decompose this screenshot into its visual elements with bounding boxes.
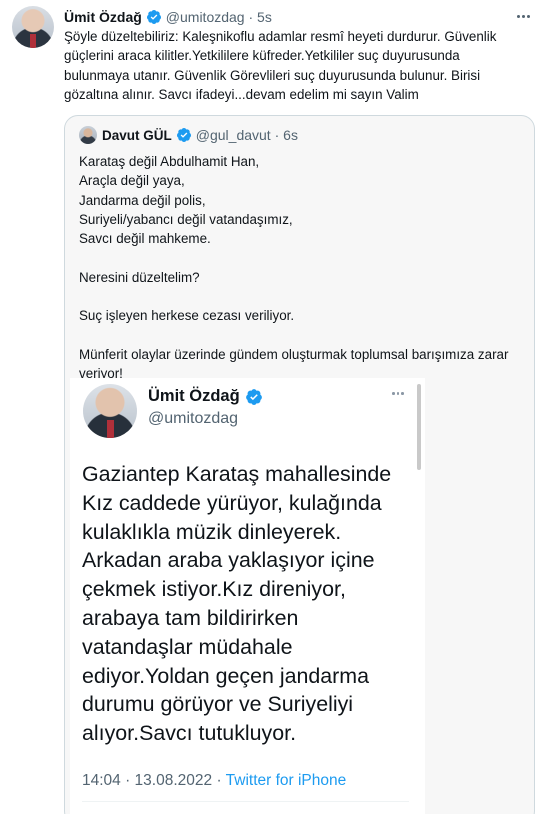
embedded-timestamp: 14:04 · 13.08.2022 · [82,772,226,789]
verified-badge-icon [176,128,191,142]
quoted-author-avatar [79,126,97,144]
quoted-tweet[interactable]: Davut GÜL @gul_davut · 6s Karataş değil … [64,115,535,814]
verified-badge-icon [245,388,262,405]
author-name[interactable]: Ümit Özdağ [64,9,142,25]
embedded-tweet-screenshot[interactable]: Ümit Özdağ @umitozdag Gaziantep Karataş … [70,378,425,814]
author-handle[interactable]: @umitozdag [166,9,245,25]
tweet[interactable]: Ümit Özdağ @umitozdag · 5s Şöyle düzelte… [0,0,545,814]
tweet-header: Ümit Özdağ @umitozdag · 5s [64,7,272,27]
embedded-tweet-meta: 14:04 · 13.08.2022 · Twitter for iPhone [82,772,346,790]
tweet-text: Şöyle düzeltebiliriz: Kaleşnikoflu adaml… [64,29,497,102]
embedded-tweet-text: Gaziantep Karataş mahallesinde Kız cadde… [82,462,392,746]
quoted-author-name: Davut GÜL [102,127,172,143]
quoted-tweet-time: 6s [283,127,298,143]
quoted-tweet-header: Davut GÜL @gul_davut · 6s [79,126,298,144]
embedded-author-name: Ümit Özdağ [148,387,240,405]
embedded-author-avatar [83,384,137,438]
quoted-author-handle: @gul_davut [195,127,271,143]
embedded-scrollbar [417,384,421,470]
more-horizontal-icon[interactable] [513,8,533,24]
embedded-divider [82,801,409,802]
embedded-author-line: Ümit Özdağ [148,387,267,406]
author-avatar[interactable] [12,6,54,48]
tweet-time[interactable]: 5s [257,9,272,25]
verified-badge-icon [146,10,161,24]
quoted-tweet-text: Karataş değil Abdulhamit Han, Araçla değ… [79,154,509,382]
separator-dot: · [270,127,284,143]
more-horizontal-icon [392,392,404,395]
embedded-author-handle: @umitozdag [148,410,239,427]
embedded-source: Twitter for iPhone [225,772,347,789]
separator-dot: · [244,9,258,25]
